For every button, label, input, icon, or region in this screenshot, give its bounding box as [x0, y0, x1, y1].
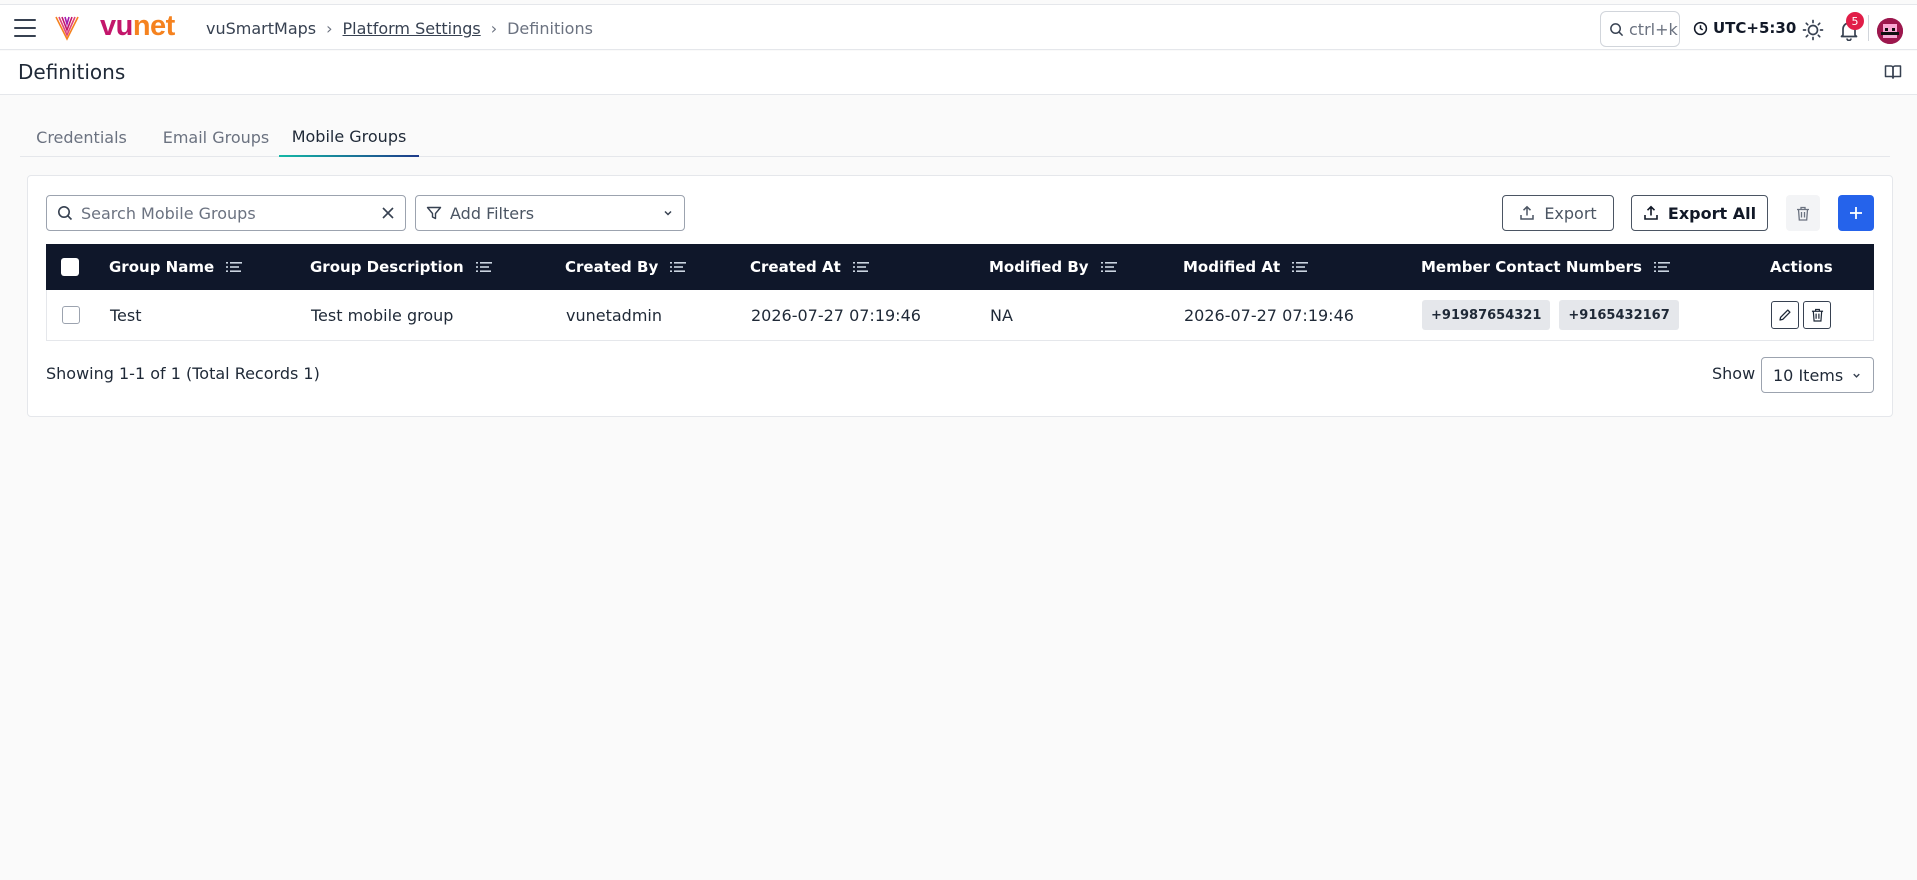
chevron-down-icon	[664, 210, 672, 216]
row-checkbox[interactable]	[62, 306, 80, 324]
page-size-label: Show	[1712, 364, 1756, 383]
export-all-button[interactable]: Export All	[1631, 195, 1768, 231]
column-sort-icon[interactable]	[1100, 261, 1117, 273]
avatar-icon	[1877, 18, 1903, 44]
upload-icon	[1644, 205, 1658, 220]
delete-button[interactable]	[1803, 301, 1831, 329]
cell-member-contacts: +91987654321 +9165432167	[1422, 290, 1688, 340]
bulk-delete-button[interactable]	[1786, 195, 1820, 231]
chevron-down-icon	[1853, 373, 1860, 378]
page-header: Definitions	[0, 51, 1917, 95]
search-mobile-groups-input[interactable]: Search Mobile Groups	[46, 195, 406, 231]
trash-icon	[1797, 206, 1809, 221]
breadcrumb-separator-icon: ›	[490, 19, 498, 38]
column-header-member-contact-numbers: Member Contact Numbers	[1421, 244, 1670, 290]
vunet-logo-text: vunet	[100, 10, 175, 42]
column-header-created-at: Created At	[750, 244, 869, 290]
clear-icon[interactable]	[381, 206, 395, 220]
add-mobile-group-button[interactable]	[1838, 195, 1874, 231]
clock-icon	[1693, 21, 1708, 35]
search-icon	[1610, 22, 1624, 36]
page-size-value: 10 Items	[1773, 365, 1844, 385]
column-sort-icon[interactable]	[226, 261, 243, 273]
column-header-group-name: Group Name	[109, 244, 243, 290]
export-label: Export	[1544, 203, 1597, 223]
column-header-modified-by: Modified By	[989, 244, 1117, 290]
select-all-checkbox[interactable]	[61, 258, 79, 276]
column-sort-icon[interactable]	[475, 261, 492, 273]
column-sort-icon[interactable]	[1292, 261, 1309, 273]
breadcrumb-separator-icon: ›	[326, 19, 333, 38]
column-sort-icon[interactable]	[670, 261, 687, 273]
vunet-logo-mark	[55, 16, 79, 41]
global-search-button[interactable]: ctrl+k	[1600, 11, 1680, 47]
menu-icon[interactable]	[14, 19, 36, 37]
definitions-tabs: Credentials Email Groups Mobile Groups	[20, 117, 1890, 157]
divider	[1868, 15, 1869, 41]
export-button[interactable]: Export	[1502, 195, 1614, 231]
column-header-modified-at: Modified At	[1183, 244, 1309, 290]
cell-group-description: Test mobile group	[311, 305, 454, 325]
column-sort-icon[interactable]	[852, 261, 869, 273]
mobile-groups-card: Search Mobile Groups Add Filters Export …	[27, 175, 1893, 417]
table-header: Group Name Group Description Created By …	[46, 244, 1874, 290]
tab-email-groups[interactable]: Email Groups	[154, 117, 278, 157]
search-placeholder: Search Mobile Groups	[81, 203, 256, 223]
notification-count-badge: 5	[1846, 12, 1864, 30]
tab-mobile-groups[interactable]: Mobile Groups	[279, 117, 419, 157]
top-bar: vunet vuSmartMaps › Platform Settings › …	[0, 4, 1917, 50]
breadcrumb-current: Definitions	[507, 19, 593, 38]
breadcrumb-platform-settings[interactable]: Platform Settings	[343, 19, 481, 38]
contact-chip: +91987654321	[1422, 300, 1551, 330]
tab-credentials[interactable]: Credentials	[25, 117, 138, 157]
search-icon	[58, 206, 73, 221]
column-sort-icon[interactable]	[1653, 261, 1670, 273]
theme-toggle-sun-icon[interactable]	[1802, 19, 1824, 41]
column-header-actions: Actions	[1770, 258, 1833, 276]
upload-icon	[1520, 205, 1535, 220]
cell-created-by: vunetadmin	[566, 305, 662, 325]
trash-icon	[1811, 308, 1823, 322]
page-size-select[interactable]: 10 Items	[1761, 357, 1874, 393]
column-header-created-by: Created By	[565, 244, 687, 290]
pagination-summary: Showing 1-1 of 1 (Total Records 1)	[46, 364, 320, 383]
contact-chip: +9165432167	[1559, 300, 1679, 330]
book-icon[interactable]	[1884, 63, 1902, 81]
table-row: Test Test mobile group vunetadmin 2026-0…	[46, 290, 1874, 341]
search-shortcut-label: ctrl+k	[1629, 19, 1678, 39]
breadcrumb-root[interactable]: vuSmartMaps	[206, 19, 316, 38]
timezone-label: UTC+5:30	[1713, 19, 1797, 37]
cell-modified-at: 2026-07-27 07:19:46	[1184, 305, 1354, 325]
breadcrumb: vuSmartMaps › Platform Settings › Defini…	[206, 19, 593, 38]
plus-icon	[1850, 207, 1862, 219]
add-filters-dropdown[interactable]: Add Filters	[415, 195, 685, 231]
cell-created-at: 2026-07-27 07:19:46	[751, 305, 921, 325]
filter-icon	[426, 206, 442, 220]
cell-modified-by: NA	[990, 305, 1013, 325]
export-all-label: Export All	[1667, 203, 1757, 223]
page-title: Definitions	[18, 60, 126, 84]
cell-group-name: Test	[110, 305, 142, 325]
user-avatar[interactable]	[1877, 18, 1903, 44]
pencil-icon	[1779, 309, 1791, 321]
cell-actions	[1771, 290, 1835, 340]
timezone-selector[interactable]: UTC+5:30	[1693, 19, 1796, 37]
column-header-group-description: Group Description	[310, 244, 492, 290]
edit-button[interactable]	[1771, 301, 1799, 329]
add-filters-label: Add Filters	[450, 203, 535, 223]
